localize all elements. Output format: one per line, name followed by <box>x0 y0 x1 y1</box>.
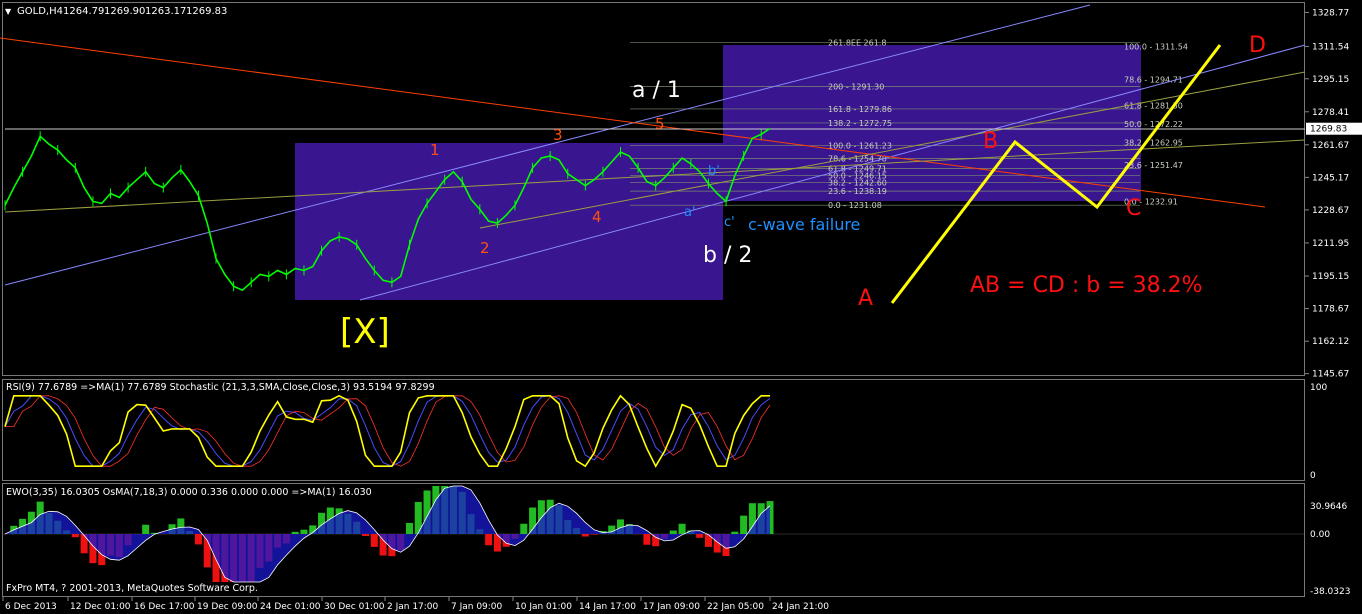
ewo-bar <box>740 515 748 534</box>
ewo-bar <box>291 531 299 534</box>
wave-label: b / 2 <box>703 243 752 268</box>
fib-label-right: 38.2 - 1262.95 <box>1124 138 1183 147</box>
rsi-header: RSI(9) 77.6789 =>MA(1) 77.6789 Stochasti… <box>6 382 435 393</box>
ewo-bar <box>669 530 677 534</box>
fib-label: 38.2 - 1242.60 <box>828 178 887 187</box>
price-tick-label: 1261.67 <box>1312 141 1349 151</box>
ewo-bar <box>485 534 493 546</box>
rsi-panel-frame <box>2 379 1305 481</box>
ewo-bar <box>643 534 651 545</box>
wave-label: 1 <box>430 141 440 159</box>
wave-label: b' <box>708 164 720 179</box>
ewo-bar <box>731 531 739 534</box>
price-tick-label: 1295.15 <box>1312 75 1349 85</box>
ohlc-open: 1264.79 <box>63 6 104 17</box>
collapse-arrow-icon[interactable]: ▼ <box>5 7 12 16</box>
time-tick-label: 24 Dec 01:00 <box>260 602 321 612</box>
ewo-bar <box>194 534 202 545</box>
ewo-bar <box>581 534 589 537</box>
price-tick-label: 1195.15 <box>1312 272 1349 282</box>
ewo-axis-zero: 0.00 <box>1310 530 1330 540</box>
wave-label: A <box>858 286 873 311</box>
wave-label: 5 <box>655 115 665 133</box>
ohlc-high: 1269.90 <box>104 6 145 17</box>
current-price-label: 1269.83 <box>1310 125 1347 135</box>
ewo-bar <box>71 534 79 538</box>
ewo-bar <box>362 534 370 536</box>
fib-label: 0.0 - 1231.08 <box>828 201 882 210</box>
time-tick-label: 24 Jan 21:00 <box>772 602 829 612</box>
wave-label: B <box>983 129 998 154</box>
wave-label: AB = CD : b = 38.2% <box>970 273 1203 298</box>
price-tick-label: 1245.17 <box>1312 173 1349 183</box>
price-tick-label: 1228.67 <box>1312 206 1349 216</box>
time-tick-label: 14 Jan 17:00 <box>579 602 636 612</box>
ohlc-low: 1263.17 <box>145 6 186 17</box>
fib-label: 138.2 - 1272.75 <box>828 119 892 128</box>
ewo-bar <box>696 534 704 538</box>
price-tick-label: 1145.67 <box>1312 370 1349 380</box>
stochastic-signal-line <box>5 395 771 467</box>
price-tick-label: 1278.41 <box>1312 108 1349 118</box>
fib-label: 161.8 - 1279.86 <box>828 105 892 114</box>
time-tick-label: 19 Dec 09:00 <box>197 602 258 612</box>
time-tick-label: 17 Jan 09:00 <box>643 602 700 612</box>
time-tick-label: 12 Dec 01:00 <box>70 602 131 612</box>
ewo-header: EWO(3,35) 16.0305 OsMA(7,18,3) 0.000 0.3… <box>6 487 372 498</box>
wave-label: C <box>1126 196 1141 221</box>
wave-label: c' <box>724 215 735 230</box>
ewo-bar <box>520 523 528 534</box>
time-tick-label: 16 Dec 17:00 <box>134 602 195 612</box>
time-tick-label: 6 Dec 2013 <box>5 602 57 612</box>
price-tick-label: 1311.54 <box>1312 42 1349 52</box>
wave-label: c-wave failure <box>748 215 860 234</box>
ewo-bar <box>405 522 413 534</box>
fib-label-right: 100.0 - 1311.54 <box>1124 42 1188 51</box>
ewo-axis-bottom: -38.0323 <box>1310 587 1350 597</box>
fib-label: 261.8EE 261.8 <box>828 39 886 48</box>
rsi-axis-bottom: 0 <box>1310 471 1316 481</box>
price-tick-label: 1211.95 <box>1312 239 1349 249</box>
wave-label: [X] <box>340 312 390 352</box>
price-tick-label: 1178.67 <box>1312 305 1349 315</box>
rsi-axis-top: 100 <box>1310 383 1327 393</box>
time-tick-label: 7 Jan 09:00 <box>451 602 503 612</box>
fib-label-right: 50.0 - 1272.22 <box>1124 120 1183 129</box>
ewo-bar <box>678 523 686 534</box>
time-tick-label: 30 Dec 01:00 <box>324 602 385 612</box>
ewo-bar <box>142 524 150 534</box>
wave-label: 3 <box>553 126 563 144</box>
trading-chart[interactable]: 261.8EE 261.8 200 - 1291.30 161.8 - 1279.8… <box>0 0 1362 614</box>
time-tick-label: 10 Jan 01:00 <box>515 602 572 612</box>
symbol-header: GOLD,H4 <box>17 6 63 17</box>
copyright-text: FxPro MT4, ? 2001-2013, MetaQuotes Softw… <box>6 583 258 594</box>
fib-label: 100.0 - 1261.23 <box>828 142 892 151</box>
osma-area <box>5 486 770 582</box>
time-tick-label: 2 Jan 17:00 <box>387 602 439 612</box>
ewo-bar <box>370 534 378 547</box>
ewo-bar <box>590 534 598 535</box>
wave-label: D <box>1249 33 1266 58</box>
wave-label: 2 <box>480 239 490 257</box>
price-tick-label: 1162.12 <box>1312 337 1349 347</box>
ewo-bar <box>300 529 308 534</box>
wave-label: 4 <box>592 208 602 226</box>
price-tick-label: 1328.77 <box>1312 8 1349 18</box>
wave-label: a' <box>684 205 696 220</box>
wave-box-x <box>295 143 723 300</box>
fib-label: 23.6 - 1238.19 <box>828 187 887 196</box>
time-tick-label: 22 Jan 05:00 <box>707 602 764 612</box>
ewo-axis-top: 30.9646 <box>1310 502 1347 512</box>
ohlc-close: 1269.83 <box>186 6 227 17</box>
fib-label: 200 - 1291.30 <box>828 82 884 91</box>
wave-label: a / 1 <box>632 78 681 103</box>
